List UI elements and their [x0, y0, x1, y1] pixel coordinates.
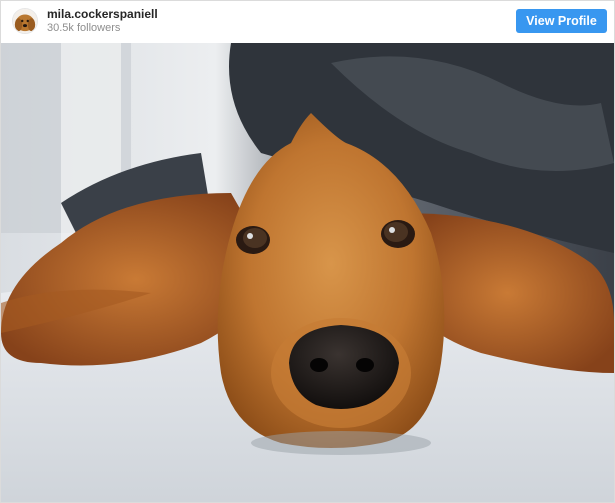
follower-count: 30.5k followers	[47, 22, 121, 34]
avatar-image	[13, 9, 37, 33]
post-header: mila.cockerspaniell 30.5k followers View…	[1, 1, 614, 41]
view-profile-button[interactable]: View Profile	[516, 9, 607, 33]
cocker-spaniel-photo[interactable]	[1, 43, 614, 502]
photo-canvas	[1, 43, 614, 502]
username-link[interactable]: mila.cockerspaniell	[47, 7, 158, 21]
instagram-embed: mila.cockerspaniell 30.5k followers View…	[0, 0, 615, 503]
user-info: mila.cockerspaniell 30.5k followers	[47, 7, 158, 35]
dog-avatar-icon[interactable]	[12, 8, 38, 34]
